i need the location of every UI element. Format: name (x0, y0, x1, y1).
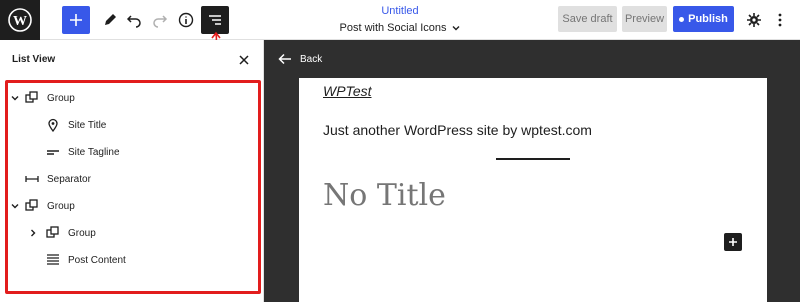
separator-block[interactable] (496, 158, 570, 160)
more-vertical-icon (778, 13, 782, 27)
publish-button[interactable]: Publish (673, 6, 734, 32)
plus-icon (729, 238, 737, 246)
redo-icon (153, 15, 168, 28)
list-item-site-tagline[interactable]: Site Tagline (45, 141, 120, 163)
editor-toolbar: W Untitled Post with Social Icons Save d… (0, 0, 800, 50)
list-item-label: Group (47, 92, 75, 104)
redo-button[interactable] (146, 6, 174, 34)
wordpress-icon: W (8, 8, 32, 32)
expand-toggle[interactable] (9, 200, 21, 212)
gear-icon (747, 13, 761, 27)
info-icon (178, 12, 194, 28)
map-pin-icon (45, 117, 61, 133)
wordpress-logo-button[interactable]: W (0, 0, 40, 40)
list-item-label: Site Tagline (68, 146, 120, 158)
publish-label: Publish (688, 13, 728, 25)
group-icon (45, 225, 61, 241)
close-icon (239, 55, 249, 65)
expand-toggle[interactable] (27, 227, 39, 239)
undo-button[interactable] (120, 6, 148, 34)
publish-status-dot (679, 16, 685, 22)
list-view-icon (209, 15, 221, 25)
group-icon (24, 198, 40, 214)
list-item-separator[interactable]: Separator (24, 168, 91, 190)
list-item-group[interactable]: Group (24, 195, 75, 217)
back-label: Back (300, 53, 323, 65)
add-block-button[interactable] (62, 6, 90, 34)
arrow-left-icon (278, 53, 291, 65)
preview-button[interactable]: Preview (622, 6, 667, 32)
block-inserter-button[interactable] (724, 233, 742, 251)
list-view-title: List View (12, 54, 56, 65)
list-item-group[interactable]: Group (24, 87, 75, 109)
close-list-view-button[interactable] (236, 52, 252, 68)
editor-canvas-area: Back WPTest Just another WordPress site … (264, 40, 800, 302)
options-button[interactable] (766, 6, 794, 34)
chevron-down-icon (452, 26, 459, 31)
list-item-group[interactable]: Group (45, 222, 96, 244)
template-name: Post with Social Icons (339, 22, 447, 34)
chevron-right-icon (31, 229, 36, 237)
list-view-panel: List View Group Site Title Site Tagline … (0, 40, 264, 302)
site-title-block[interactable]: WPTest (323, 83, 372, 99)
expand-toggle[interactable] (9, 92, 21, 104)
document-title-main: Untitled (381, 5, 419, 17)
document-title[interactable]: Untitled Post with Social Icons (300, 4, 500, 36)
list-item-label: Group (68, 227, 96, 239)
plus-icon (70, 14, 82, 26)
list-item-label: Group (47, 200, 75, 212)
separator-icon (24, 171, 40, 187)
site-tagline-block[interactable]: Just another WordPress site by wptest.co… (323, 122, 592, 138)
chevron-down-icon (11, 204, 19, 209)
back-button[interactable]: Back (278, 53, 322, 65)
list-item-label: Separator (47, 173, 91, 185)
chevron-down-icon (11, 96, 19, 101)
pencil-icon (105, 14, 116, 25)
list-item-site-title[interactable]: Site Title (45, 114, 106, 136)
undo-icon (126, 15, 141, 28)
editor-canvas[interactable]: WPTest Just another WordPress site by wp… (299, 78, 767, 302)
save-draft-button[interactable]: Save draft (558, 6, 617, 32)
list-item-label: Site Title (68, 119, 107, 131)
settings-button[interactable] (740, 6, 768, 34)
post-title-block[interactable]: No Title (323, 178, 446, 213)
document-title-template[interactable]: Post with Social Icons (340, 20, 461, 36)
post-content-icon (45, 252, 61, 268)
list-item-post-content[interactable]: Post Content (45, 249, 126, 271)
svg-text:W: W (13, 14, 27, 29)
tagline-icon (45, 144, 61, 160)
list-item-label: Post Content (68, 254, 126, 266)
group-icon (24, 90, 40, 106)
